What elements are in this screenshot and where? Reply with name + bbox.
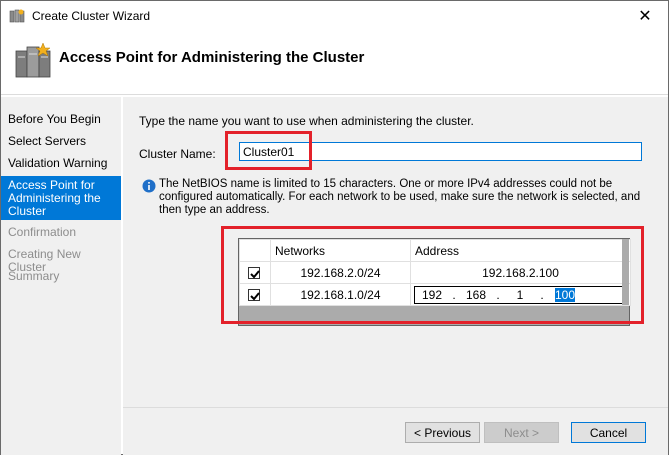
next-button[interactable]: Next > [484,422,559,443]
wizard-header: Access Point for Administering the Clust… [1,31,668,95]
ip-address-input[interactable]: 192 . 168 . 1 . 100 [414,285,626,304]
networks-table: Networks Address 192.168.2.0/24 192.168.… [239,239,631,306]
checkmark-icon [250,270,260,279]
ip-octet-1[interactable]: 192 [415,288,449,302]
ip-dot: . [496,287,500,302]
nav-item-confirmation: Confirmation [8,225,77,239]
cluster-name-input[interactable] [239,142,642,161]
ip-octet-3[interactable]: 1 [503,288,537,302]
instruction-text: Type the name you want to use when admin… [139,114,474,128]
ip-dot: . [452,287,456,302]
nav-item-select-servers[interactable]: Select Servers [1,135,121,148]
networks-grid: Networks Address 192.168.2.0/24 192.168.… [238,238,631,326]
cluster-app-icon [9,9,25,23]
row-checkbox-cell [239,261,271,284]
nav-item-validation-warning[interactable]: Validation Warning [1,157,121,170]
ip-dot: . [540,287,544,302]
table-row: 192.168.1.0/24 192 . 168 . 1 . 100 [239,283,631,306]
checkmark-icon [250,292,260,301]
close-button[interactable]: ✕ [622,1,668,31]
previous-button[interactable]: < Previous [405,422,480,443]
row-checkbox-cell [239,283,271,306]
cancel-button[interactable]: Cancel [571,422,646,443]
page-title: Access Point for Administering the Clust… [59,49,365,66]
main-panel: Type the name you want to use when admin… [123,97,668,407]
network-checkbox[interactable] [248,289,260,302]
info-icon [142,179,156,193]
wizard-steps-nav: Before You Begin Select Servers Validati… [1,97,121,455]
cluster-name-label: Cluster Name: [139,147,216,161]
window-title: Create Cluster Wizard [32,9,151,23]
nav-item-access-point[interactable]: Access Point for Administering the Clust… [1,176,121,220]
info-message: The NetBIOS name is limited to 15 charac… [159,178,641,216]
close-icon: ✕ [638,8,652,25]
grid-scrollbar[interactable] [622,239,629,305]
cluster-servers-icon [15,42,51,78]
wizard-window: Create Cluster Wizard ✕ Access Point for… [0,0,669,455]
nav-item-before-you-begin[interactable]: Before You Begin [1,113,121,126]
nav-item-summary: Summary [8,269,60,283]
address-cell[interactable]: 192.168.2.100 [410,261,631,284]
grid-header-address[interactable]: Address [410,239,631,262]
title-bar: Create Cluster Wizard ✕ [1,1,668,31]
network-cell: 192.168.1.0/24 [270,283,411,306]
grid-header-row: Networks Address [239,239,631,262]
ip-octet-2[interactable]: 168 [459,288,493,302]
ip-octet-4[interactable]: 100 [555,287,575,302]
grid-header-check [239,239,271,262]
wizard-footer: < Previous Next > Cancel [123,407,668,455]
address-edit-cell: 192 . 168 . 1 . 100 [410,283,631,306]
grid-header-networks[interactable]: Networks [270,239,411,262]
network-cell: 192.168.2.0/24 [270,261,411,284]
network-checkbox[interactable] [248,267,260,280]
table-row: 192.168.2.0/24 192.168.2.100 [239,261,631,284]
